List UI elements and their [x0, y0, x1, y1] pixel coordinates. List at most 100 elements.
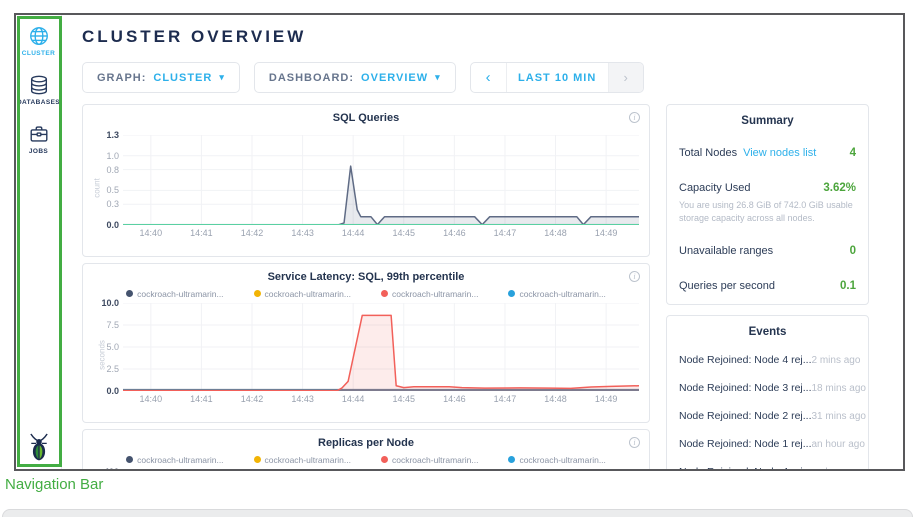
x-axis-tick-label: 14:41: [190, 228, 213, 238]
event-time: an hour ago: [812, 467, 865, 471]
summary-title: Summary: [679, 115, 856, 127]
y-axis: 10.07.55.02.50.0: [93, 303, 123, 391]
x-axis: 14:4014:4114:4214:4314:4414:4514:4614:47…: [123, 394, 639, 406]
info-icon[interactable]: i: [629, 112, 640, 123]
summary-row: Unavailable ranges 0: [679, 233, 856, 268]
summary-label-group: Queries per second: [679, 276, 775, 294]
sidebar-item-jobs[interactable]: JOBS: [17, 123, 60, 155]
legend-label: cockroach-ultramarin...: [265, 455, 351, 465]
info-icon[interactable]: i: [629, 437, 640, 448]
dashboard-dropdown-value: OVERVIEW: [361, 72, 428, 84]
x-axis-tick-label: 14:43: [291, 228, 314, 238]
legend-label: cockroach-ultramarin...: [137, 289, 223, 299]
legend-item: cockroach-ultramarin...: [508, 288, 605, 299]
y-axis-tick-label: 0.8: [106, 165, 119, 175]
x-axis-tick-label: 14:48: [544, 228, 567, 238]
time-range-next-button: ›: [609, 63, 643, 92]
event-message: Node Rejoined: Node 4 rej...: [679, 466, 812, 471]
screenshot-canvas: CLUSTER DATABASES JOBS CLUSTER OVERVIEW GR…: [0, 0, 915, 517]
dashboard-dropdown-label: DASHBOARD:: [269, 72, 354, 84]
chart-title: Service Latency: SQL, 99th percentile: [93, 271, 639, 284]
chart-legend: cockroach-ultramarin... cockroach-ultrama…: [93, 288, 639, 299]
summary-value: 4: [850, 147, 856, 159]
y-axis: 1.31.00.80.50.30.0: [93, 135, 123, 225]
graph-dropdown-value: CLUSTER: [153, 72, 212, 84]
jobs-briefcase-icon: [28, 123, 50, 145]
chart-title: Replicas per Node: [93, 437, 639, 450]
x-axis-tick-label: 14:44: [342, 394, 365, 404]
legend-label: cockroach-ultramarin...: [265, 289, 351, 299]
x-axis-tick-label: 14:40: [140, 228, 163, 238]
legend-item: cockroach-ultramarin...: [254, 288, 351, 299]
y-axis: 400: [93, 469, 123, 471]
event-message: Node Rejoined: Node 2 rej...: [679, 410, 812, 422]
event-row[interactable]: Node Rejoined: Node 2 rej...31 mins ago: [679, 402, 856, 430]
legend-dot-icon: [254, 456, 261, 463]
chart-plot: [123, 469, 639, 471]
legend-label: cockroach-ultramarin...: [519, 455, 605, 465]
time-range-control: ‹ LAST 10 MIN ›: [470, 62, 644, 93]
summary-value: 0: [850, 245, 856, 257]
summary-value: 3.62%: [823, 182, 856, 194]
legend-label: cockroach-ultramarin...: [519, 289, 605, 299]
summary-line: Queries per second 0.1: [679, 276, 856, 294]
sidebar-item-databases[interactable]: DATABASES: [17, 74, 60, 106]
y-axis-tick-label: 1.0: [106, 151, 119, 161]
info-icon[interactable]: i: [629, 271, 640, 282]
x-axis-tick-label: 14:44: [342, 228, 365, 238]
event-row[interactable]: Node Rejoined: Node 3 rej...18 mins ago: [679, 374, 856, 402]
summary-panel: Summary Total Nodes View nodes list 4 Capac…: [666, 104, 869, 305]
chart-plot-svg: [123, 303, 639, 391]
summary-line: Capacity Used3.62%: [679, 178, 856, 196]
event-time: 2 mins ago: [812, 355, 861, 366]
legend-dot-icon: [381, 290, 388, 297]
event-rows: Node Rejoined: Node 4 rej...2 mins agoNo…: [679, 346, 856, 471]
summary-row: Queries per second 0.1: [679, 268, 856, 303]
event-time: 18 mins ago: [812, 383, 866, 394]
event-message: Node Rejoined: Node 3 rej...: [679, 382, 812, 394]
chart-legend: cockroach-ultramarin... cockroach-ultrama…: [93, 454, 639, 465]
x-axis-tick-label: 14:43: [291, 394, 314, 404]
sidebar-item-label: DATABASES: [17, 99, 60, 106]
sql-queries-chart-card: SQL Queries i count 1.31.00.80.50.30.0 1…: [82, 104, 650, 257]
time-range-label[interactable]: LAST 10 MIN: [507, 63, 609, 92]
y-axis-tick-label: 0.5: [106, 185, 119, 195]
graph-dropdown[interactable]: GRAPH: CLUSTER ▾: [82, 62, 240, 93]
dashboard-controls: GRAPH: CLUSTER ▾ DASHBOARD: OVERVIEW ▾ ‹…: [82, 62, 903, 93]
x-axis-tick-label: 14:40: [140, 394, 163, 404]
right-column: Summary Total Nodes View nodes list 4 Capac…: [666, 104, 869, 471]
time-range-prev-button[interactable]: ‹: [471, 63, 507, 92]
x-axis-tick-label: 14:45: [392, 228, 415, 238]
event-row[interactable]: Node Rejoined: Node 1 rej...an hour ago: [679, 430, 856, 458]
summary-value: 0.1: [840, 280, 856, 292]
sidebar-item-label: JOBS: [29, 148, 48, 155]
sidebar-item-cluster[interactable]: CLUSTER: [17, 25, 60, 57]
legend-dot-icon: [126, 290, 133, 297]
cockroach-logo-icon[interactable]: [26, 432, 52, 462]
legend-item: cockroach-ultramarin...: [508, 454, 605, 465]
legend-item: cockroach-ultramarin...: [381, 288, 478, 299]
annotation-label: Navigation Bar: [5, 476, 103, 493]
admin-ui-window: CLUSTER DATABASES JOBS CLUSTER OVERVIEW GR…: [14, 13, 905, 471]
charts-column: SQL Queries i count 1.31.00.80.50.30.0 1…: [82, 104, 650, 471]
y-axis-tick-label: 7.5: [106, 320, 119, 330]
y-axis-tick-label: 0.3: [106, 199, 119, 209]
x-axis: 14:4014:4114:4214:4314:4414:4514:4614:47…: [123, 228, 639, 240]
legend-dot-icon: [508, 456, 515, 463]
x-axis-tick-label: 14:41: [190, 394, 213, 404]
main-content: CLUSTER OVERVIEW GRAPH: CLUSTER ▾ DASHBO…: [62, 15, 903, 469]
summary-subtext: You are using 26.8 GiB of 742.0 GiB usab…: [679, 199, 856, 224]
event-time: an hour ago: [812, 439, 865, 450]
summary-label-group: Unavailable ranges: [679, 241, 773, 259]
view-nodes-list-link[interactable]: View nodes list: [743, 147, 816, 159]
y-axis-tick-label: 5.0: [106, 342, 119, 352]
summary-row: Total Nodes View nodes list 4: [679, 135, 856, 170]
chart-plot: [123, 303, 639, 391]
dashboard-dropdown[interactable]: DASHBOARD: OVERVIEW ▾: [254, 62, 456, 93]
event-row[interactable]: Node Rejoined: Node 4 rej...an hour ago: [679, 458, 856, 471]
chart-plot-svg: [123, 135, 639, 225]
x-axis-tick-label: 14:42: [241, 394, 264, 404]
event-row[interactable]: Node Rejoined: Node 4 rej...2 mins ago: [679, 346, 856, 374]
summary-label: Total Nodes: [679, 147, 737, 159]
databases-icon: [28, 74, 50, 96]
